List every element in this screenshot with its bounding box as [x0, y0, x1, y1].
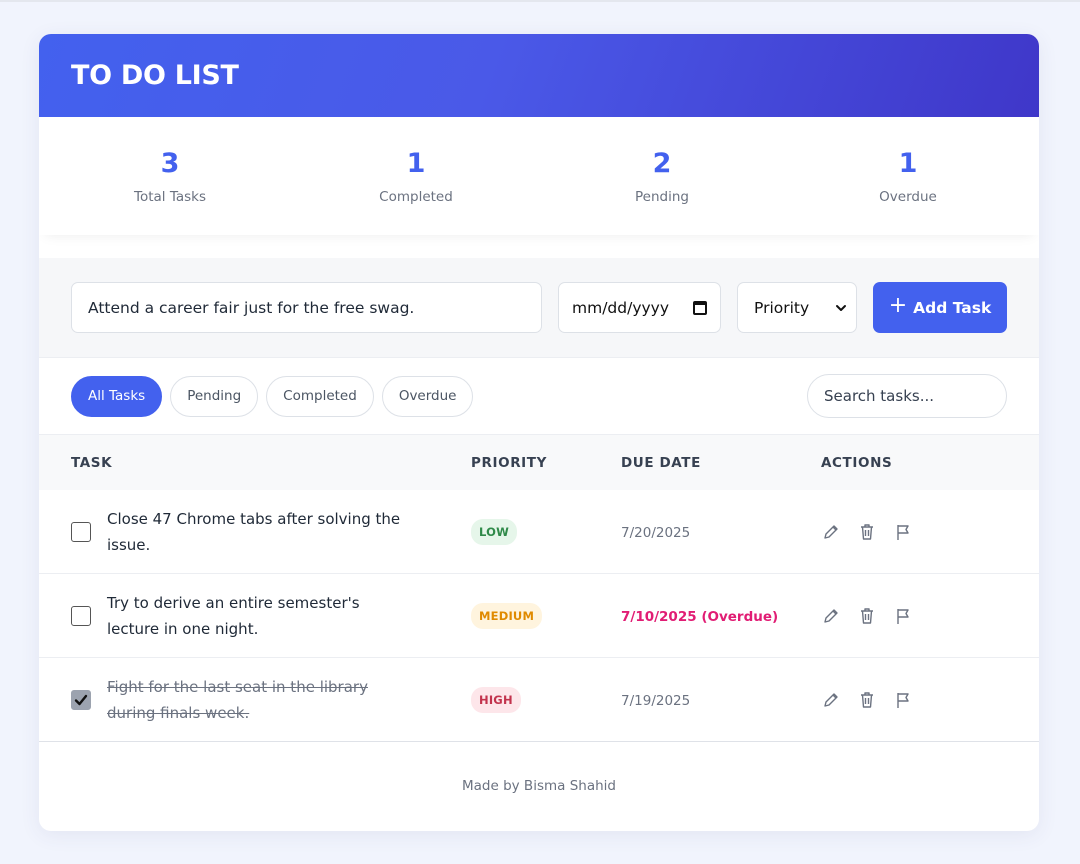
chevron-down-icon	[836, 304, 846, 311]
todo-card: TO DO LIST 3 Total Tasks 1 Completed 2 P…	[39, 34, 1039, 831]
row-actions	[821, 522, 913, 542]
stat-total: 3 Total Tasks	[47, 147, 293, 205]
due-date-input[interactable]: mm/dd/yyyy	[558, 282, 721, 333]
task-input[interactable]	[71, 282, 542, 333]
search-placeholder: Search tasks...	[824, 387, 934, 405]
footer: Made by Bisma Shahid	[39, 742, 1039, 829]
flag-icon[interactable]	[893, 606, 913, 626]
header-actions: ACTIONS	[821, 454, 893, 471]
flag-icon[interactable]	[893, 690, 913, 710]
due-date: 7/19/2025	[621, 693, 691, 709]
header-due-date: DUE DATE	[621, 454, 701, 471]
add-task-button[interactable]: + Add Task	[873, 282, 1007, 333]
stat-value: 1	[406, 148, 426, 179]
table-row: Close 47 Chrome tabs after solving the i…	[39, 490, 1039, 574]
pencil-icon[interactable]	[821, 522, 841, 542]
filter-pending[interactable]: Pending	[170, 375, 259, 417]
due-date: 7/10/2025 (Overdue)	[621, 609, 779, 625]
due-date: 7/20/2025	[621, 525, 691, 541]
stat-label: Pending	[635, 189, 689, 205]
task-text: Try to derive an entire semester's lectu…	[107, 593, 360, 638]
task-checkbox[interactable]	[71, 605, 91, 626]
trash-icon[interactable]	[857, 690, 877, 710]
add-task-label: Add Task	[913, 298, 992, 317]
plus-icon: +	[888, 293, 908, 318]
stat-completed: 1 Completed	[293, 147, 539, 205]
pencil-icon[interactable]	[821, 690, 841, 710]
task-text: Fight for the last seat in the library d…	[107, 677, 368, 722]
task-table-body: Close 47 Chrome tabs after solving the i…	[39, 490, 1039, 742]
task-text: Close 47 Chrome tabs after solving the i…	[107, 509, 401, 554]
filter-overdue[interactable]: Overdue	[381, 375, 474, 417]
header-priority: PRIORITY	[471, 454, 547, 471]
stat-pending: 2 Pending	[539, 147, 785, 205]
stat-overdue: 1 Overdue	[785, 147, 1031, 205]
search-input[interactable]: Search tasks...	[807, 374, 1007, 418]
table-row: Fight for the last seat in the library d…	[39, 658, 1039, 742]
app-title: TO DO LIST	[71, 60, 239, 91]
task-checkbox[interactable]	[71, 521, 91, 542]
trash-icon[interactable]	[857, 606, 877, 626]
filter-completed[interactable]: Completed	[266, 375, 374, 417]
task-checkbox-checked[interactable]	[71, 689, 91, 710]
stats-panel: 3 Total Tasks 1 Completed 2 Pending 1 Ov…	[39, 117, 1039, 235]
row-actions	[821, 690, 913, 710]
table-header: TASK PRIORITY DUE DATE ACTIONS	[39, 435, 1039, 490]
priority-select[interactable]: Priority	[737, 282, 857, 333]
stat-label: Completed	[379, 189, 453, 205]
priority-badge: MEDIUM	[471, 602, 543, 629]
trash-icon[interactable]	[857, 522, 877, 542]
filter-all-tasks[interactable]: All Tasks	[71, 375, 163, 417]
table-row: Try to derive an entire semester's lectu…	[39, 574, 1039, 658]
app-header: TO DO LIST	[39, 34, 1039, 117]
add-task-form: mm/dd/yyyy Priority + Add Task	[39, 258, 1039, 358]
stat-label: Total Tasks	[134, 189, 206, 205]
date-placeholder: mm/dd/yyyy	[572, 298, 670, 317]
flag-icon[interactable]	[893, 522, 913, 542]
header-task: TASK	[71, 454, 113, 471]
stat-label: Overdue	[879, 189, 937, 205]
footer-text: Made by Bisma Shahid	[462, 777, 616, 794]
calendar-icon[interactable]	[693, 300, 707, 315]
stat-value: 1	[898, 148, 918, 179]
row-actions	[821, 606, 913, 626]
stat-value: 3	[160, 148, 180, 179]
priority-badge: HIGH	[471, 686, 521, 713]
filter-bar: All Tasks Pending Completed Overdue Sear…	[39, 358, 1039, 435]
spacer	[39, 235, 1039, 258]
checkmark-icon	[74, 694, 88, 705]
pencil-icon[interactable]	[821, 606, 841, 626]
priority-badge: LOW	[471, 518, 517, 545]
priority-select-value: Priority	[754, 298, 810, 317]
stat-value: 2	[652, 148, 672, 179]
